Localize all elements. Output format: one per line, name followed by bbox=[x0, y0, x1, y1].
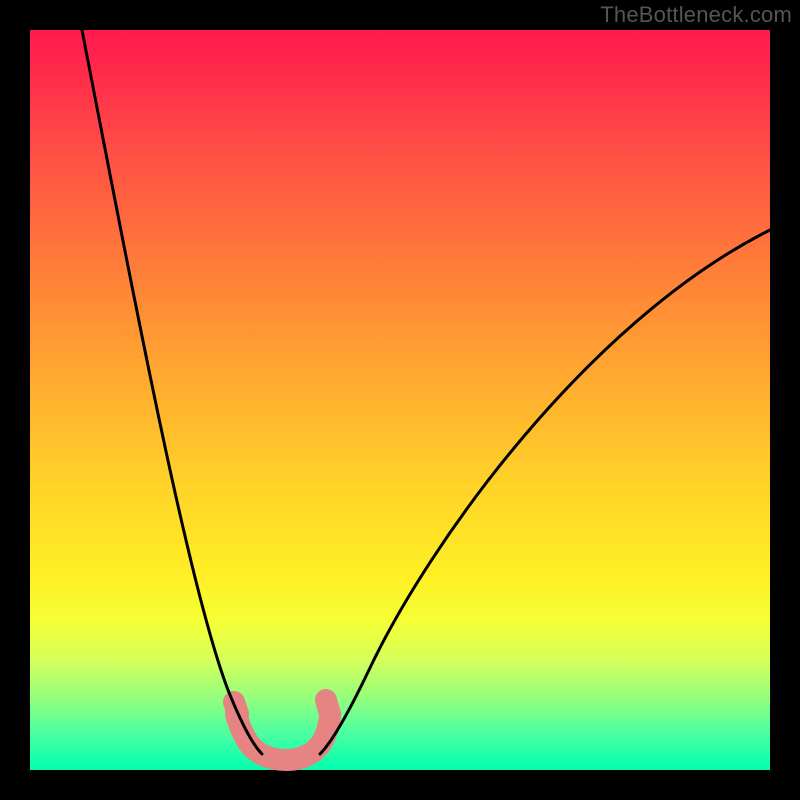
plot-area bbox=[30, 30, 770, 770]
curve-layer bbox=[30, 30, 770, 770]
watermark-text: TheBottleneck.com bbox=[600, 2, 792, 28]
series-left-branch bbox=[82, 30, 262, 754]
series-right-branch bbox=[320, 230, 770, 754]
chart-frame: TheBottleneck.com bbox=[0, 0, 800, 800]
